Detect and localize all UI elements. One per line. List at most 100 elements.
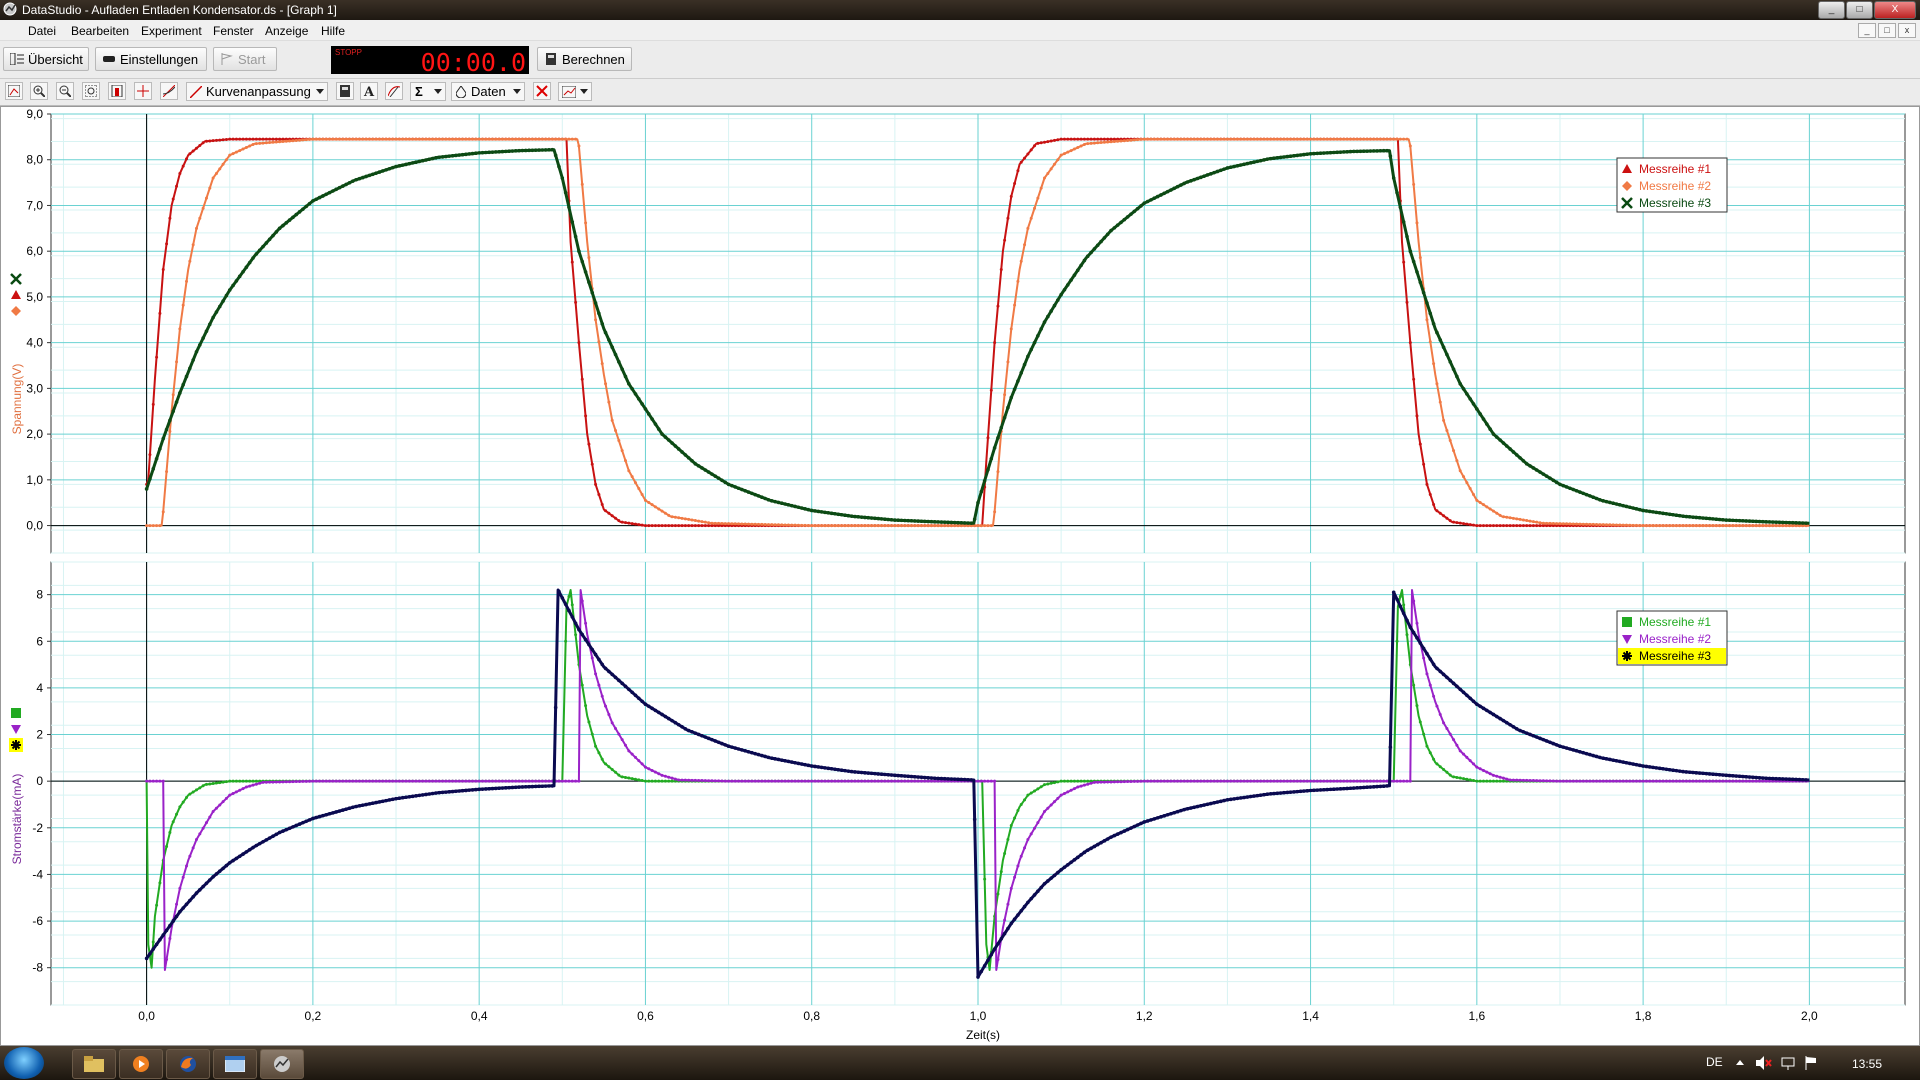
clock[interactable]: 13:55 bbox=[1852, 1057, 1882, 1071]
scale-icon[interactable] bbox=[108, 82, 126, 100]
data-point bbox=[574, 633, 578, 637]
data-point bbox=[517, 785, 521, 789]
zoom-in-icon[interactable] bbox=[30, 82, 48, 100]
minimize-button[interactable]: _ bbox=[1818, 1, 1845, 19]
data-point bbox=[1728, 524, 1732, 528]
data-point bbox=[321, 194, 325, 198]
curve-fit-dropdown[interactable]: Kurvenanpassung bbox=[186, 82, 328, 101]
data-point bbox=[1062, 137, 1066, 141]
settings-button[interactable]: Einstellungen bbox=[95, 47, 207, 71]
current-legend[interactable]: Messreihe #1Messreihe #2Messreihe #3 bbox=[1616, 610, 1728, 666]
data-point bbox=[1764, 520, 1768, 524]
data-point bbox=[1478, 704, 1482, 709]
graph-canvas[interactable]: 0,01,02,03,04,05,06,07,08,09,0Messreihe … bbox=[1, 107, 1919, 1045]
data-point bbox=[976, 524, 980, 528]
action-center-flag-icon[interactable] bbox=[1804, 1056, 1818, 1070]
media-player-taskbar-icon[interactable] bbox=[119, 1049, 163, 1079]
network-icon[interactable] bbox=[1780, 1056, 1796, 1070]
voltage-plot[interactable]: 0,01,02,03,04,05,06,07,08,09,0Messreihe … bbox=[10, 107, 1906, 554]
data-point bbox=[1408, 779, 1412, 783]
menu-bearbeiten[interactable]: Bearbeiten bbox=[71, 24, 129, 38]
language-indicator[interactable]: DE bbox=[1706, 1055, 1723, 1069]
close-button[interactable]: X bbox=[1874, 1, 1916, 19]
menu-datei[interactable]: Datei bbox=[28, 24, 56, 38]
data-point bbox=[1804, 778, 1808, 782]
data-point bbox=[241, 269, 245, 274]
data-point bbox=[1149, 137, 1153, 141]
start-orb-icon[interactable] bbox=[4, 1047, 44, 1079]
data-point bbox=[1355, 779, 1359, 783]
data-point bbox=[1445, 726, 1449, 730]
smart-tool-icon[interactable] bbox=[134, 82, 152, 100]
data-point bbox=[1408, 625, 1413, 630]
text-annotation-icon[interactable]: A bbox=[360, 82, 378, 100]
data-point bbox=[227, 288, 232, 292]
mdi-restore-button[interactable]: □ bbox=[1878, 23, 1896, 38]
slope-tool-icon[interactable] bbox=[160, 82, 178, 100]
data-point bbox=[623, 743, 627, 747]
data-point bbox=[221, 162, 225, 166]
current-plot[interactable]: -8-6-4-2024680,0 0,2 0,4 0,6 0,8 1,0 1,2 1,4 1,6… bbox=[9, 561, 1906, 1023]
menu-experiment[interactable]: Experiment bbox=[141, 24, 202, 38]
data-point bbox=[357, 137, 361, 141]
data-point bbox=[1076, 137, 1080, 141]
data-point bbox=[1431, 321, 1436, 326]
datastudio-taskbar-icon[interactable] bbox=[260, 1049, 304, 1079]
data-point bbox=[1551, 478, 1556, 483]
show-hidden-icons-icon[interactable] bbox=[1736, 1060, 1744, 1066]
data-point bbox=[866, 524, 870, 528]
data-point bbox=[184, 902, 189, 907]
data-point bbox=[936, 520, 940, 524]
voltage-legend[interactable]: Messreihe #1Messreihe #2Messreihe #3 bbox=[1616, 157, 1728, 213]
data-point bbox=[1375, 779, 1379, 783]
prediction-icon[interactable] bbox=[385, 82, 403, 100]
data-point bbox=[983, 877, 987, 881]
data-point bbox=[627, 776, 631, 780]
data-point bbox=[1664, 524, 1668, 528]
data-dropdown[interactable]: Daten bbox=[451, 82, 525, 101]
data-point bbox=[740, 748, 744, 752]
autoscale-icon[interactable] bbox=[5, 82, 23, 100]
data-point bbox=[923, 779, 927, 783]
explorer-taskbar-icon[interactable] bbox=[72, 1049, 116, 1079]
zoom-out-icon[interactable] bbox=[56, 82, 74, 100]
data-point bbox=[165, 242, 169, 246]
data-point bbox=[1016, 913, 1020, 917]
data-point bbox=[344, 137, 348, 141]
statistics-dropdown[interactable]: Σ bbox=[410, 82, 446, 101]
data-point bbox=[1452, 775, 1456, 779]
menu-fenster[interactable]: Fenster bbox=[213, 24, 254, 38]
data-point bbox=[1641, 764, 1645, 768]
data-point bbox=[929, 776, 934, 780]
maximize-button[interactable]: □ bbox=[1846, 1, 1873, 19]
start-button[interactable]: Start bbox=[213, 47, 277, 71]
menu-anzeige[interactable]: Anzeige bbox=[265, 24, 308, 38]
overview-button[interactable]: Übersicht bbox=[3, 47, 89, 71]
zoom-select-icon[interactable] bbox=[82, 82, 100, 100]
graph-settings-dropdown[interactable] bbox=[558, 82, 592, 101]
calculator-icon[interactable] bbox=[336, 82, 354, 100]
data-point bbox=[274, 780, 278, 784]
data-point bbox=[1800, 521, 1805, 525]
window-taskbar-icon[interactable] bbox=[213, 1049, 257, 1079]
data-point bbox=[1568, 779, 1572, 783]
data-point bbox=[1731, 774, 1735, 778]
data-point bbox=[287, 826, 292, 831]
volume-muted-icon[interactable] bbox=[1756, 1056, 1772, 1070]
data-point bbox=[1036, 196, 1040, 200]
firefox-taskbar-icon[interactable] bbox=[166, 1049, 210, 1079]
mdi-close-button[interactable]: x bbox=[1898, 23, 1916, 38]
mdi-minimize-button[interactable]: _ bbox=[1858, 23, 1876, 38]
data-point bbox=[264, 780, 268, 784]
data-point bbox=[707, 524, 711, 528]
data-point bbox=[278, 140, 282, 144]
data-point bbox=[1308, 151, 1313, 156]
data-point bbox=[673, 720, 678, 725]
data-point bbox=[1780, 777, 1785, 781]
data-point bbox=[440, 790, 445, 795]
menu-hilfe[interactable]: Hilfe bbox=[321, 24, 345, 38]
data-point bbox=[1605, 523, 1609, 527]
delete-icon[interactable] bbox=[533, 82, 551, 100]
data-point bbox=[451, 779, 455, 783]
calculate-button[interactable]: Berechnen bbox=[537, 47, 632, 71]
